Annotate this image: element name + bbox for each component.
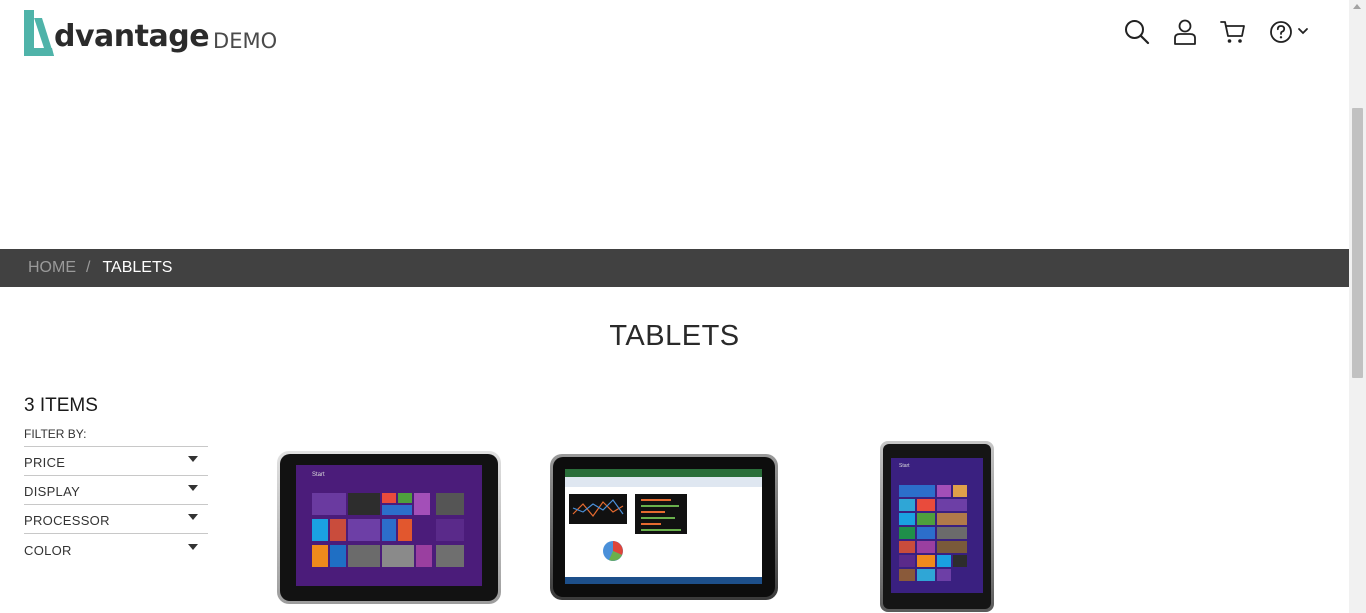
filter-by-label: FILTER BY: [24, 427, 208, 447]
filter-label: COLOR [24, 543, 72, 558]
page-title: TABLETS [609, 320, 740, 352]
header-nav [1123, 18, 1309, 46]
caret-down-icon [188, 514, 198, 520]
breadcrumb-separator: / [86, 259, 91, 276]
filter-color[interactable]: COLOR [24, 534, 208, 563]
caret-down-icon [188, 456, 198, 462]
breadcrumb-current: TABLETS [102, 259, 173, 276]
search-icon[interactable] [1123, 18, 1151, 46]
filter-label: PROCESSOR [24, 513, 110, 528]
breadcrumb: HOME / TABLETS [0, 249, 1349, 287]
filter-label: PRICE [24, 455, 66, 470]
filter-label: DISPLAY [24, 484, 81, 499]
scroll-up-icon[interactable] [1353, 4, 1361, 9]
logo-suffix: DEMO [213, 29, 278, 53]
user-icon[interactable] [1171, 18, 1199, 46]
caret-down-icon [188, 485, 198, 491]
scroll-thumb[interactable] [1352, 108, 1363, 378]
logo-mark-icon [22, 10, 56, 56]
logo-word: dvantage [54, 19, 210, 54]
cart-icon[interactable] [1219, 18, 1247, 46]
help-icon[interactable] [1267, 18, 1295, 46]
chevron-down-icon[interactable] [1297, 23, 1309, 41]
filter-price[interactable]: PRICE [24, 447, 208, 476]
filter-processor[interactable]: PROCESSOR [24, 505, 208, 534]
filter-display[interactable]: DISPLAY [24, 476, 208, 505]
site-header: dvantage DEMO [0, 0, 1349, 80]
help-menu[interactable] [1267, 18, 1309, 46]
filter-sidebar: 3 ITEMS FILTER BY: PRICE DISPLAY PROCESS… [24, 395, 208, 563]
caret-down-icon [188, 544, 198, 550]
page-scrollbar[interactable] [1349, 0, 1366, 613]
breadcrumb-home-link[interactable]: HOME [28, 259, 76, 277]
hero-banner [0, 80, 1349, 249]
product-image-tablet-1[interactable]: Start [277, 451, 501, 604]
product-image-tablet-2[interactable] [550, 454, 778, 600]
item-count: 3 ITEMS [24, 395, 98, 416]
product-image-tablet-3[interactable]: Start [880, 441, 994, 612]
logo[interactable]: dvantage DEMO [22, 10, 277, 56]
